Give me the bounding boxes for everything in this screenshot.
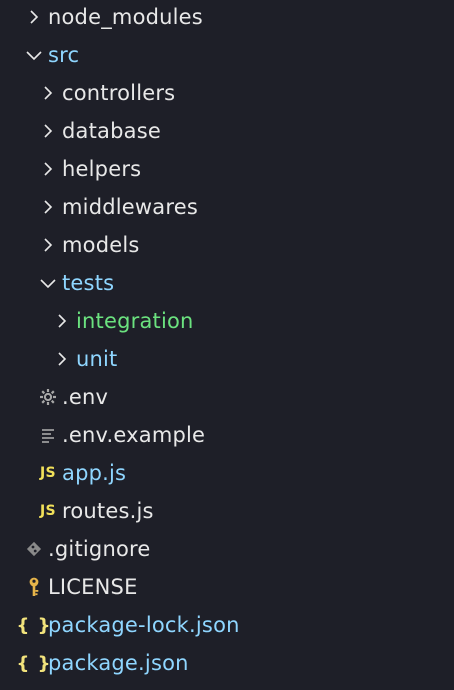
- chevron-down-icon: [20, 41, 48, 69]
- tree-item-label: helpers: [62, 157, 142, 181]
- chevron-right-icon: [34, 79, 62, 107]
- json-braces-icon: { }: [16, 652, 52, 674]
- tree-item-label: tests: [62, 271, 115, 295]
- tree-item-helpers[interactable]: helpers: [0, 150, 454, 188]
- tree-item-label: app.js: [62, 461, 127, 485]
- tree-item-label: package-lock.json: [48, 613, 240, 637]
- chevron-right-icon: [34, 193, 62, 221]
- tree-item-label: routes.js: [62, 499, 154, 523]
- key-icon: [20, 573, 48, 601]
- tree-item-label: package.json: [48, 651, 189, 675]
- chevron-right-icon: [20, 3, 48, 31]
- text-lines-icon: [34, 421, 62, 449]
- chevron-right-icon: [34, 155, 62, 183]
- tree-item-label: .env: [62, 385, 109, 409]
- chevron-right-icon: [48, 345, 76, 373]
- chevron-right-icon: [48, 307, 76, 335]
- chevron-right-icon: [34, 117, 62, 145]
- tree-item-label: .gitignore: [48, 537, 151, 561]
- tree-item-label: database: [62, 119, 161, 143]
- tree-item-env-example[interactable]: .env.example: [0, 416, 454, 454]
- chevron-down-icon: [34, 269, 62, 297]
- tree-item-integration[interactable]: integration: [0, 302, 454, 340]
- tree-item-label: models: [62, 233, 140, 257]
- tree-item-label: src: [48, 43, 80, 67]
- tree-item-package-lock-json[interactable]: { } package-lock.json: [0, 606, 454, 644]
- tree-item-license[interactable]: LICENSE: [0, 568, 454, 606]
- tree-item-label: unit: [76, 347, 118, 371]
- tree-item-label: node_modules: [48, 5, 203, 29]
- tree-item-gitignore[interactable]: .gitignore: [0, 530, 454, 568]
- tree-item-package-json[interactable]: { } package.json: [0, 644, 454, 682]
- tree-item-label: integration: [76, 309, 194, 333]
- json-braces-icon: { }: [16, 614, 52, 636]
- tree-item-label: .env.example: [62, 423, 206, 447]
- file-explorer: node_modules src controllers database he…: [0, 0, 454, 690]
- tree-item-unit[interactable]: unit: [0, 340, 454, 378]
- tree-item-models[interactable]: models: [0, 226, 454, 264]
- tree-item-label: controllers: [62, 81, 176, 105]
- git-diamond-icon: [20, 535, 48, 563]
- tree-item-label: LICENSE: [48, 575, 138, 599]
- tree-item-controllers[interactable]: controllers: [0, 74, 454, 112]
- tree-item-src[interactable]: src: [0, 36, 454, 74]
- javascript-icon: JS: [39, 465, 57, 481]
- tree-item-app-js[interactable]: JS app.js: [0, 454, 454, 492]
- gear-icon: [34, 383, 62, 411]
- tree-item-database[interactable]: database: [0, 112, 454, 150]
- tree-item-routes-js[interactable]: JS routes.js: [0, 492, 454, 530]
- tree-item-env[interactable]: .env: [0, 378, 454, 416]
- javascript-icon: JS: [39, 503, 57, 519]
- tree-item-node-modules[interactable]: node_modules: [0, 0, 454, 36]
- chevron-right-icon: [34, 231, 62, 259]
- tree-item-label: middlewares: [62, 195, 198, 219]
- tree-item-tests[interactable]: tests: [0, 264, 454, 302]
- tree-item-middlewares[interactable]: middlewares: [0, 188, 454, 226]
